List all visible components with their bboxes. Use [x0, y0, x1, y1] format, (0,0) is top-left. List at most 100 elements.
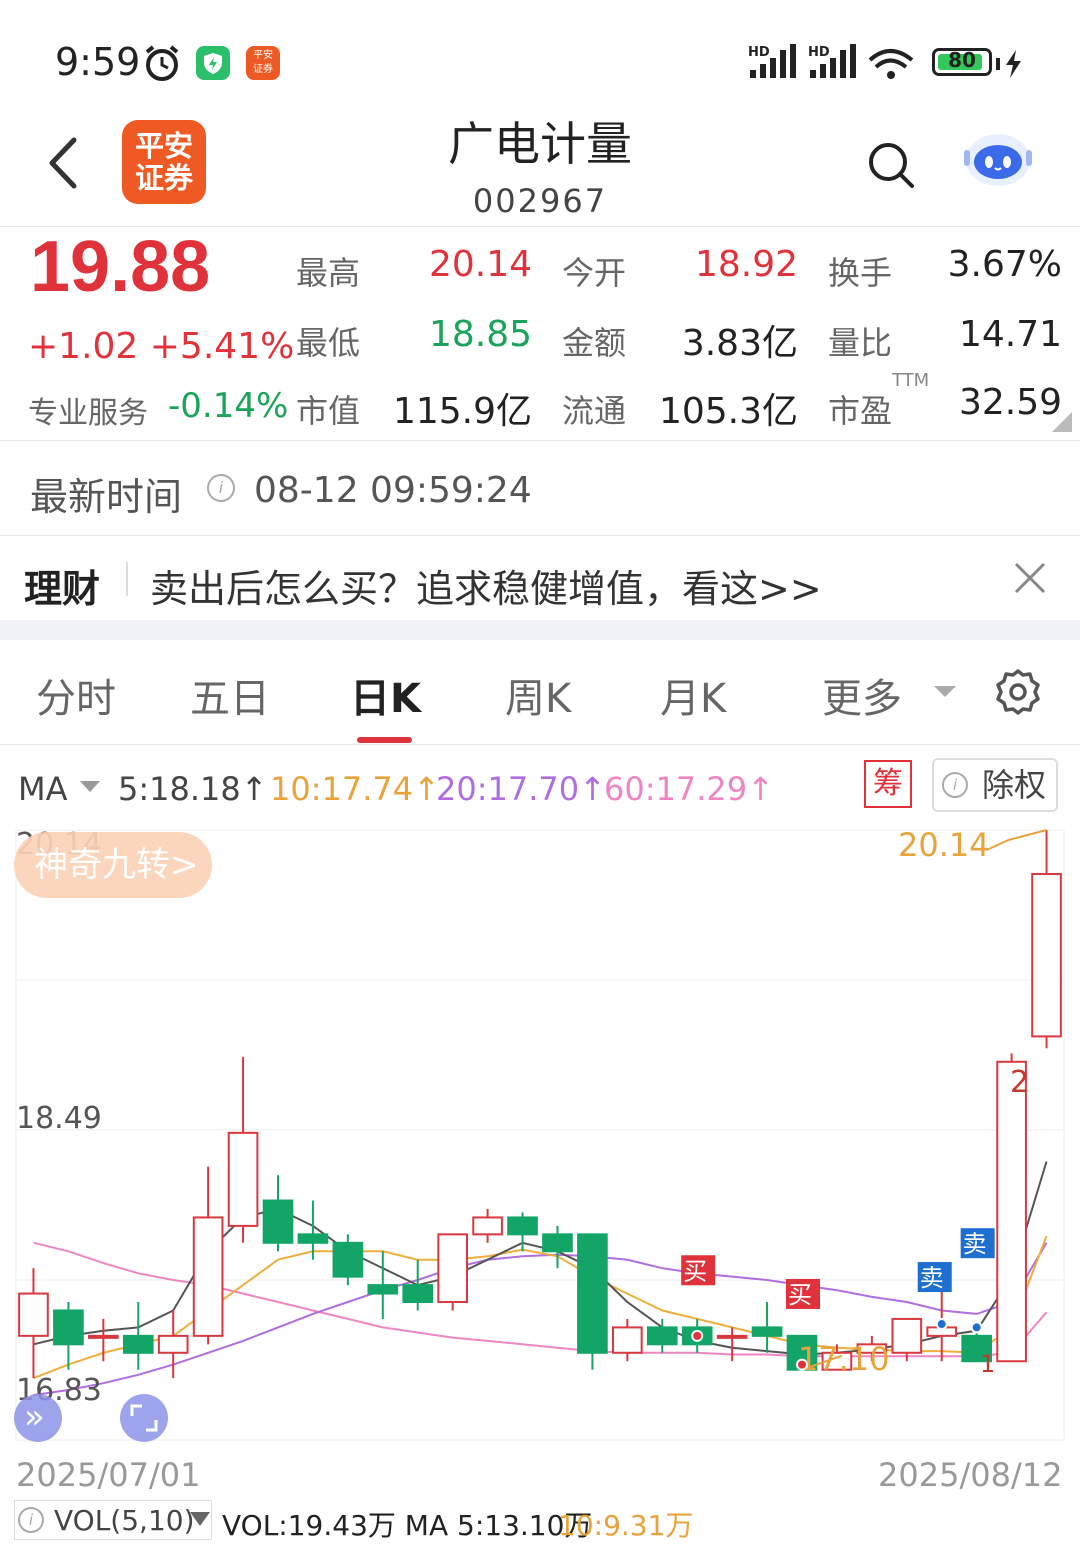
candle: [53, 1302, 84, 1370]
shield-app-icon: [196, 46, 230, 80]
candle: [612, 1318, 643, 1362]
tab-five-day[interactable]: 五日: [190, 666, 270, 724]
x-axis-end-label: 2025/08/12: [878, 1456, 1062, 1494]
latest-time-label: 最新时间: [30, 475, 183, 519]
amount-value: 3.83亿: [681, 323, 798, 364]
signal-dot: [691, 1329, 704, 1342]
gear-icon[interactable]: [994, 668, 1042, 716]
candle: [192, 1166, 224, 1345]
candle: [1031, 830, 1062, 1049]
ai-assistant-icon[interactable]: [962, 128, 1034, 190]
chevron-down-icon[interactable]: [934, 686, 956, 697]
pe-label: 市盈: [828, 392, 893, 430]
status-time: 9:59: [55, 40, 141, 84]
low-value: 18.85: [428, 314, 532, 355]
signal-label: 买: [788, 1281, 812, 1309]
candle: [402, 1259, 434, 1311]
latest-time-value: 08-12 09:59:24: [254, 470, 532, 511]
tab-daily-k[interactable]: 日K: [350, 666, 421, 724]
high-marker-line: [986, 829, 1047, 851]
banner-divider: [126, 562, 128, 596]
signal-dot: [796, 1358, 808, 1371]
candle-body: [472, 1216, 503, 1236]
ma60-value: 60:17.29↑: [604, 770, 774, 808]
info-icon: i: [942, 772, 968, 798]
signal-label: 买: [683, 1257, 707, 1285]
info-icon[interactable]: i: [207, 474, 235, 502]
candle-body: [402, 1284, 434, 1304]
finance-tag: 理财: [24, 567, 101, 611]
candle-body: [507, 1216, 538, 1236]
candle-body: [1031, 872, 1062, 1038]
pro-service-label: 专业服务: [28, 396, 148, 431]
signal-dot: [970, 1321, 983, 1334]
battery-icon: 80: [932, 48, 992, 76]
nine-turn-count: 2: [1010, 1065, 1029, 1100]
tab-weekly-k[interactable]: 周K: [505, 666, 571, 724]
close-icon[interactable]: [1012, 560, 1048, 596]
finance-banner-link[interactable]: 卖出后怎么买？追求稳健增值，看这>>: [150, 558, 822, 613]
candle-body: [542, 1233, 573, 1253]
signal-label: 卖: [963, 1230, 987, 1258]
turnover-label: 换手: [828, 254, 893, 292]
candle-body: [996, 1060, 1027, 1363]
mkt-cap-label: 市值: [296, 392, 361, 430]
mkt-cap-value: 115.9亿: [392, 391, 532, 432]
search-icon[interactable]: [866, 140, 916, 190]
candle: [891, 1317, 923, 1362]
volume-ratio-label: 量比: [828, 324, 893, 362]
candle-body: [891, 1317, 923, 1354]
candle-body: [612, 1326, 643, 1354]
candle-body: [332, 1241, 364, 1278]
nine-turn-count: 1: [980, 1350, 995, 1378]
high-value: 20.14: [428, 244, 532, 285]
tab-monthly-k[interactable]: 月K: [660, 666, 726, 724]
fast-forward-glyph: »: [24, 1397, 45, 1437]
alarm-icon: [145, 45, 179, 81]
chart-overlay: 20.1418.4916.83神奇九转>20.1417.1021买买卖卖»202…: [14, 826, 1062, 1494]
high-label: 最高: [296, 254, 361, 292]
section-separator: [0, 620, 1080, 640]
amount-label: 金额: [562, 324, 627, 362]
candle-body: [88, 1334, 119, 1339]
candle: [577, 1233, 608, 1370]
ma20-value: 20:17.70↑: [436, 770, 606, 808]
tab-intraday[interactable]: 分时: [36, 666, 116, 724]
float-value: 105.3亿: [658, 391, 798, 432]
candle: [646, 1318, 678, 1353]
active-tab-indicator: [357, 737, 412, 743]
volume-dropdown-icon[interactable]: [190, 1512, 210, 1526]
ma-dropdown-icon[interactable]: [80, 781, 100, 792]
candle-body: [227, 1131, 259, 1227]
low-marker-label: 17.10: [798, 1340, 890, 1378]
candle: [472, 1208, 503, 1243]
back-icon[interactable]: [44, 136, 84, 190]
signal-icon: HD HD: [748, 44, 914, 79]
candle: [751, 1302, 783, 1353]
signal-dot: [935, 1318, 948, 1331]
broker-logo: 平安 证券: [122, 120, 206, 204]
candle-body: [18, 1292, 49, 1337]
nine-turn-badge-label: 神奇九转>: [34, 845, 199, 885]
candle-body: [716, 1334, 748, 1339]
expand-corner-icon[interactable]: [1052, 412, 1072, 432]
x-axis-start-label: 2025/07/01: [16, 1456, 200, 1494]
candle-body: [262, 1199, 294, 1244]
battery-level: 80: [948, 48, 976, 72]
info-icon[interactable]: i: [18, 1507, 44, 1533]
ma-selector[interactable]: MA: [18, 770, 68, 808]
candle: [367, 1251, 399, 1319]
candle-body: [297, 1233, 329, 1244]
candle: [227, 1056, 259, 1243]
ma5-value: 5:18.18↑: [118, 770, 268, 808]
kline-chart[interactable]: 20.1418.4916.83神奇九转>20.1417.1021买买卖卖»202…: [0, 820, 1080, 1500]
tab-more[interactable]: 更多: [822, 666, 902, 724]
chip-distribution-button[interactable]: 筹: [864, 760, 912, 808]
float-label: 流通: [562, 392, 627, 430]
ma10-value: 10:17.74↑: [270, 770, 440, 808]
volume-ma10: 10:9.31万: [558, 1509, 694, 1542]
stock-name: 广电计量: [448, 117, 632, 171]
y-tick-label: 18.49: [16, 1101, 102, 1136]
candle-body: [577, 1233, 608, 1354]
pro-service-value: -0.14%: [168, 386, 289, 426]
